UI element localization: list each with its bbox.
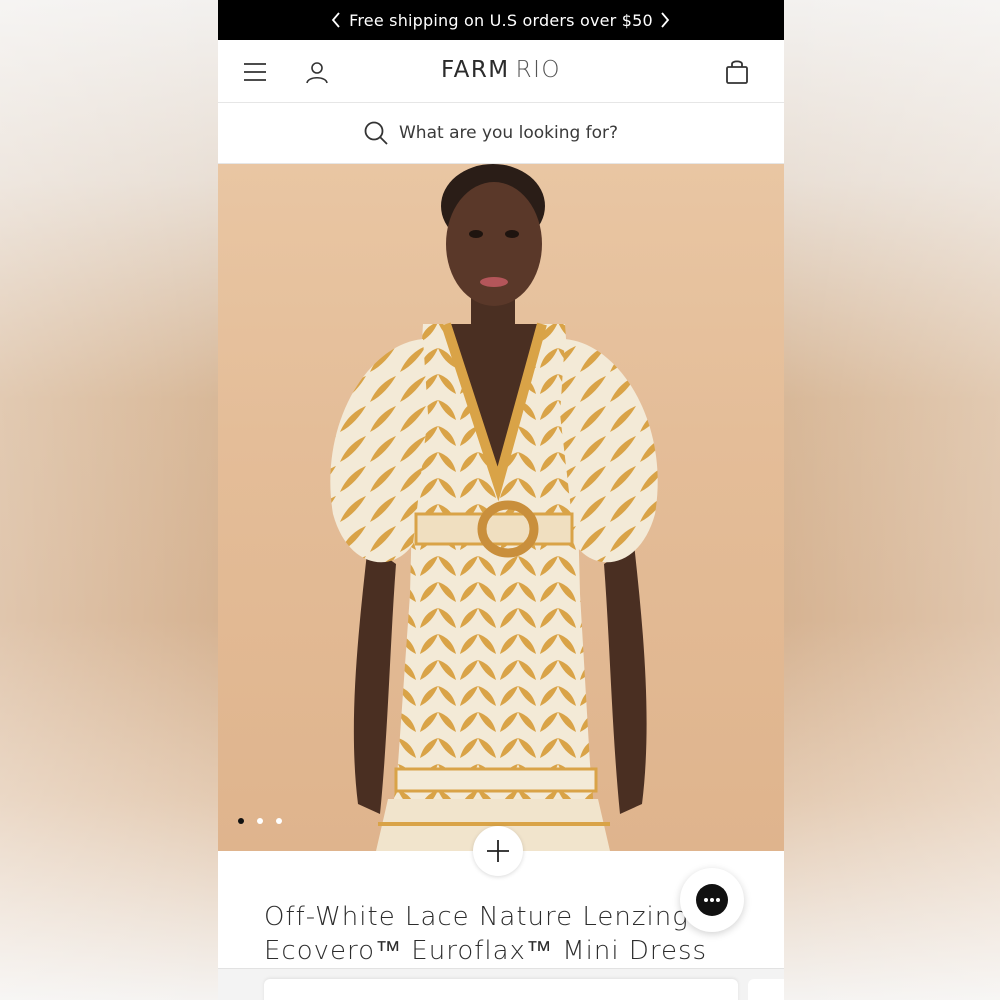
plus-icon <box>487 840 509 862</box>
carousel-dot[interactable] <box>276 818 282 824</box>
background-blur-right <box>784 0 1000 1000</box>
search-input[interactable] <box>399 123 639 143</box>
model-dress-illustration <box>330 164 658 851</box>
background-blur-left <box>0 0 218 1000</box>
carousel-dot[interactable] <box>238 818 244 824</box>
site-header: FARM RIO <box>218 40 784 103</box>
mobile-page: Free shipping on U.S orders over $50 FAR… <box>218 0 784 1000</box>
add-to-bag-card[interactable] <box>264 979 738 1000</box>
chevron-right-icon <box>661 12 670 28</box>
shopping-bag-icon <box>726 60 748 84</box>
search-bar <box>218 103 784 164</box>
chat-button[interactable] <box>680 868 744 932</box>
chevron-left-icon <box>331 12 340 28</box>
logo-farm: FARM <box>440 57 510 83</box>
product-title-line1: Off-White Lace Nature Lenzing <box>264 902 689 932</box>
chat-bubble-icon <box>696 884 728 916</box>
bottom-sticky-bar <box>218 968 784 1000</box>
bag-button[interactable] <box>723 58 751 86</box>
site-logo[interactable]: FARM RIO <box>218 57 784 83</box>
announcement-bar: Free shipping on U.S orders over $50 <box>218 0 784 40</box>
expand-image-button[interactable] <box>473 826 523 876</box>
product-title: Off-White Lace Nature Lenzing Ecovero™ E… <box>264 900 734 968</box>
product-image[interactable] <box>218 164 784 851</box>
announcement-next-button[interactable] <box>655 9 675 31</box>
image-carousel-dots <box>238 818 282 824</box>
product-title-line2: Ecovero™ Euroflax™ Mini Dress <box>264 936 708 966</box>
logo-rio: RIO <box>515 57 562 83</box>
search-icon <box>364 121 388 145</box>
announcement-message: Free shipping on U.S orders over $50 <box>349 10 653 30</box>
secondary-card[interactable] <box>748 979 784 1000</box>
announcement-prev-button[interactable] <box>326 9 346 31</box>
carousel-dot[interactable] <box>257 818 263 824</box>
